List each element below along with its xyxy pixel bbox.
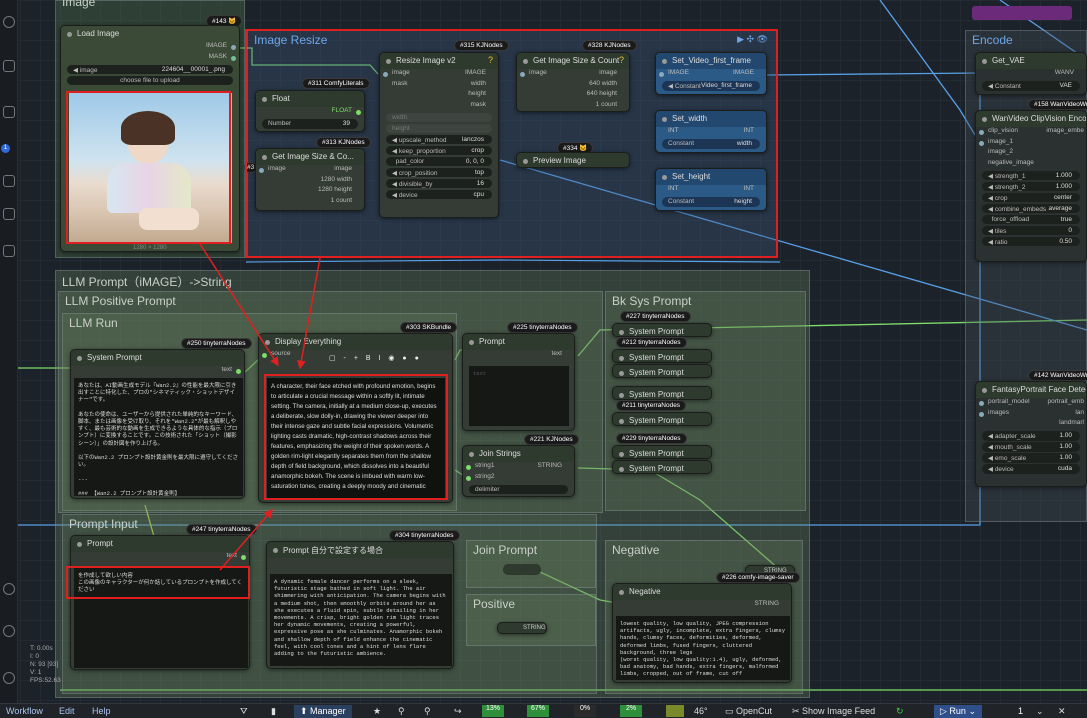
settings-icon[interactable] xyxy=(3,625,15,637)
pin-icon[interactable]: ⚲ xyxy=(398,706,405,717)
notification-badge: 1 xyxy=(1,144,10,153)
close-icon[interactable]: ✕ xyxy=(1058,706,1066,717)
refresh-icon[interactable]: ↻ xyxy=(896,706,904,717)
run-button[interactable]: ▷ Run ⌄ xyxy=(934,705,982,718)
stat-time: T: 0.00s xyxy=(30,645,53,652)
vram-stat: 2% xyxy=(620,705,642,717)
star-icon[interactable]: ★ xyxy=(373,706,381,717)
share-icon[interactable]: ↪ xyxy=(454,706,462,717)
temp-value: 46° xyxy=(694,706,708,716)
gpu-value: 0% xyxy=(579,705,591,712)
annotation-arrows xyxy=(199,243,321,571)
queue-icon[interactable] xyxy=(3,16,15,28)
show-feed-label: Show Image Feed xyxy=(802,706,876,716)
vram-value: 2% xyxy=(625,705,637,712)
stat-i: I: 0 xyxy=(30,653,40,660)
stats-overlay: T: 0.00s I: 0 N: 93 [93] V: 1 FPS:52.63 xyxy=(30,645,61,685)
templates-icon[interactable] xyxy=(3,208,15,220)
workflows-icon[interactable] xyxy=(3,175,15,187)
manager-button[interactable]: ⬆ Manager xyxy=(294,705,352,718)
workflow-canvas[interactable]: Image Image Resize ▶ ✣ 👁 Encode LLM Prom… xyxy=(0,0,1087,703)
bottom-menubar: Workflow Edit Help ⛛ ▮ ⬆ Manager ★ ⚲ ⚲ ↪… xyxy=(0,703,1087,718)
temp-bar xyxy=(666,705,684,717)
comments-icon[interactable] xyxy=(3,245,15,257)
ram-stat: 67% xyxy=(527,705,549,717)
menu-workflow[interactable]: Workflow xyxy=(6,706,43,716)
menu-edit[interactable]: Edit xyxy=(59,706,75,716)
cpu-stat: 13% xyxy=(482,705,504,717)
left-sidebar: 1 xyxy=(0,0,18,703)
opencut-label: OpenCut xyxy=(736,706,773,716)
stat-fps: FPS:52.63 xyxy=(30,677,61,684)
fullscreen-icon[interactable]: ▮ xyxy=(271,706,276,717)
run-label: Run xyxy=(949,706,966,716)
manager-label: Manager xyxy=(310,706,346,716)
stat-v: V: 1 xyxy=(30,669,42,676)
help-circle-icon[interactable] xyxy=(3,583,15,595)
batch-count[interactable]: 1 xyxy=(1018,706,1023,716)
pin-alt-icon[interactable]: ⚲ xyxy=(424,706,431,717)
gear-icon[interactable] xyxy=(3,672,15,684)
ram-value: 67% xyxy=(530,705,545,712)
stat-nodes: N: 93 [93] xyxy=(30,661,59,668)
model-library-icon[interactable] xyxy=(3,106,15,118)
menu-help[interactable]: Help xyxy=(92,706,111,716)
cpu-value: 13% xyxy=(485,705,500,712)
chevron-icon[interactable]: ⌄ xyxy=(1036,706,1044,717)
show-feed-button[interactable]: ✂ Show Image Feed xyxy=(792,706,875,717)
gpu-stat: 0% xyxy=(574,705,596,717)
opencut-button[interactable]: ▭ OpenCut xyxy=(725,706,772,717)
zoom-icon[interactable]: ⛛ xyxy=(240,706,248,717)
node-library-icon[interactable] xyxy=(3,60,15,72)
